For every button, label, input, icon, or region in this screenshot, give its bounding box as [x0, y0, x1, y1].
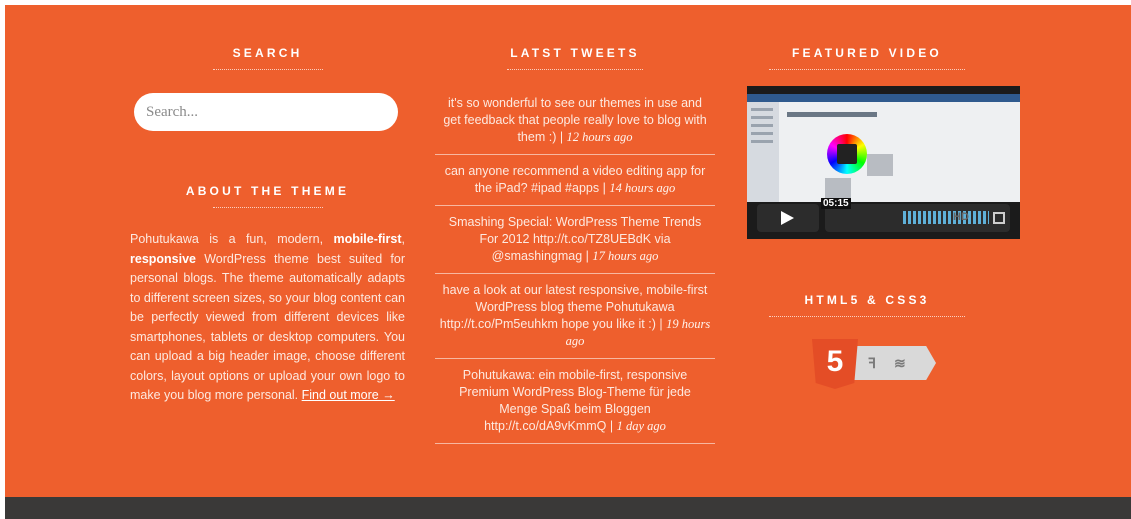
search-input[interactable] — [134, 93, 398, 131]
tweet-item: have a look at our latest responsive, mo… — [435, 282, 715, 359]
video-controls: HD vimeo 05:15 — [753, 198, 1014, 232]
tweet-list: it's so wonderful to see our themes in u… — [435, 95, 715, 444]
video-thumbnail — [747, 94, 1020, 202]
footer-bottom-bar — [5, 497, 1131, 519]
video-widget-title: FEATURED VIDEO — [742, 46, 992, 70]
tweets-widget-title: LATST TWEETS — [435, 46, 715, 70]
about-text: Pohutukawa is a fun, modern, mobile-firs… — [130, 230, 405, 406]
html5-widget-title: HTML5 & CSS3 — [742, 293, 992, 317]
sidebar-line — [751, 132, 773, 135]
play-button[interactable] — [757, 204, 819, 232]
css3-icon: ꟻ — [868, 355, 877, 371]
sidebar-line — [751, 140, 773, 143]
tweet-item: it's so wonderful to see our themes in u… — [435, 95, 715, 155]
screenshot-sidebar — [747, 102, 779, 202]
tweet-time-link[interactable]: 1 day ago — [617, 419, 666, 433]
about-text-part-2: , — [401, 232, 405, 246]
middle-column: LATST TWEETS it's so wonderful to see ou… — [435, 5, 715, 452]
about-widget-title: ABOUT THE THEME — [130, 184, 405, 208]
screenshot-titlebar — [747, 94, 1020, 102]
hd-toggle[interactable]: HD — [953, 211, 969, 223]
tweet-time-link[interactable]: 12 hours ago — [567, 130, 633, 144]
video-progress-bar[interactable] — [903, 211, 989, 224]
tweet-time-link[interactable]: 14 hours ago — [609, 181, 675, 195]
screenshot-thumb — [867, 154, 893, 176]
screenshot-thumb — [825, 178, 851, 200]
tweet-item: Smashing Special: WordPress Theme Trends… — [435, 214, 715, 274]
tweet-item: can anyone recommend a video editing app… — [435, 163, 715, 206]
semantics-icon: ≋ — [894, 355, 906, 371]
tweet-item: Pohutukawa: ein mobile-first, responsive… — [435, 367, 715, 444]
sidebar-line — [751, 108, 773, 111]
video-time: 05:15 — [821, 198, 851, 209]
about-bold-responsive: responsive — [130, 251, 197, 266]
left-column: SEARCH ABOUT THE THEME Pohutukawa is a f… — [130, 5, 405, 406]
html5-css3-badge[interactable]: ꟻ ≋ 5 — [812, 339, 942, 389]
css3-tab: ꟻ ≋ — [854, 346, 936, 380]
screenshot-heading — [787, 112, 877, 117]
featured-video-player[interactable]: HD vimeo 05:15 — [747, 86, 1020, 239]
find-out-more-link[interactable]: Find out more → — [302, 388, 395, 402]
about-bold-mobile-first: mobile-first — [333, 232, 402, 246]
html5-shield-icon: 5 — [812, 339, 858, 389]
sidebar-line — [751, 124, 773, 127]
tweet-text: Smashing Special: WordPress Theme Trends… — [448, 215, 702, 263]
footer-widgets-panel: SEARCH ABOUT THE THEME Pohutukawa is a f… — [5, 5, 1131, 497]
sidebar-line — [751, 116, 773, 119]
tweet-time-link[interactable]: 17 hours ago — [592, 249, 658, 263]
color-wheel-icon — [827, 134, 867, 174]
right-column: FEATURED VIDEO HD 05:15 HTML5 & CSS3 ꟻ ≋… — [742, 5, 1020, 497]
html5-digit: 5 — [826, 345, 844, 378]
about-text-part-1: Pohutukawa is a fun, modern, — [130, 232, 334, 246]
about-text-part-3: WordPress theme best suited for personal… — [130, 251, 405, 403]
video-control-bar: HD vimeo — [825, 204, 1010, 232]
search-widget-title: SEARCH — [130, 46, 405, 70]
fullscreen-icon[interactable] — [993, 212, 1005, 224]
